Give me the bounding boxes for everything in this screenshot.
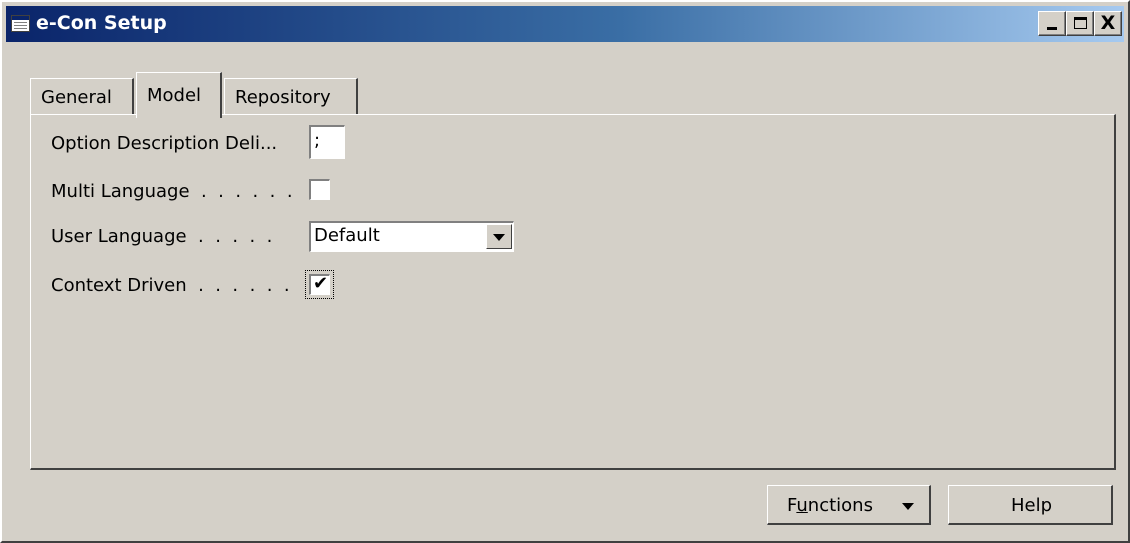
close-icon: X xyxy=(1100,12,1116,34)
chevron-down-icon xyxy=(902,503,914,510)
checkmark-icon: ✔ xyxy=(312,273,329,294)
tab-label: Repository xyxy=(235,87,331,108)
dropdown-button[interactable] xyxy=(486,224,512,249)
tab-label: Model xyxy=(147,85,202,106)
window-title: e-Con Setup xyxy=(36,12,167,34)
functions-button[interactable]: Functions xyxy=(767,485,931,525)
help-label: Help xyxy=(1011,495,1053,516)
minimize-button[interactable] xyxy=(1038,11,1066,36)
maximize-button[interactable] xyxy=(1066,11,1094,36)
table-icon xyxy=(11,15,30,32)
context-driven-checkbox[interactable]: ✔ xyxy=(309,273,330,295)
multi-language-checkbox[interactable] xyxy=(309,179,330,200)
functions-label: Functions xyxy=(787,495,873,516)
option-description-delimiter-value: ; xyxy=(314,130,321,151)
tab-label: General xyxy=(41,87,112,108)
multi-language-label: Multi Language . . . . . . xyxy=(51,181,293,202)
context-driven-label: Context Driven . . . . . . xyxy=(51,275,290,296)
close-button[interactable]: X xyxy=(1094,11,1122,36)
model-tab-panel: Option Description Deli... ; Multi Langu… xyxy=(30,114,1116,470)
option-description-delimiter-label: Option Description Deli... xyxy=(51,133,278,154)
maximize-icon xyxy=(1074,17,1087,29)
help-button[interactable]: Help xyxy=(948,485,1113,525)
chevron-down-icon xyxy=(493,234,505,241)
option-description-delimiter-field[interactable]: ; xyxy=(309,125,345,159)
user-language-dropdown[interactable]: Default xyxy=(309,221,514,252)
title-bar[interactable]: e-Con Setup X xyxy=(6,6,1124,42)
minimize-icon xyxy=(1047,27,1057,30)
user-language-value: Default xyxy=(314,225,380,246)
tab-model[interactable]: Model xyxy=(136,72,222,118)
tab-repository[interactable]: Repository xyxy=(224,78,358,116)
econ-setup-window: e-Con Setup X General Model Repository O… xyxy=(0,0,1130,543)
tab-general[interactable]: General xyxy=(30,78,134,116)
user-language-label: User Language . . . . . xyxy=(51,226,273,247)
